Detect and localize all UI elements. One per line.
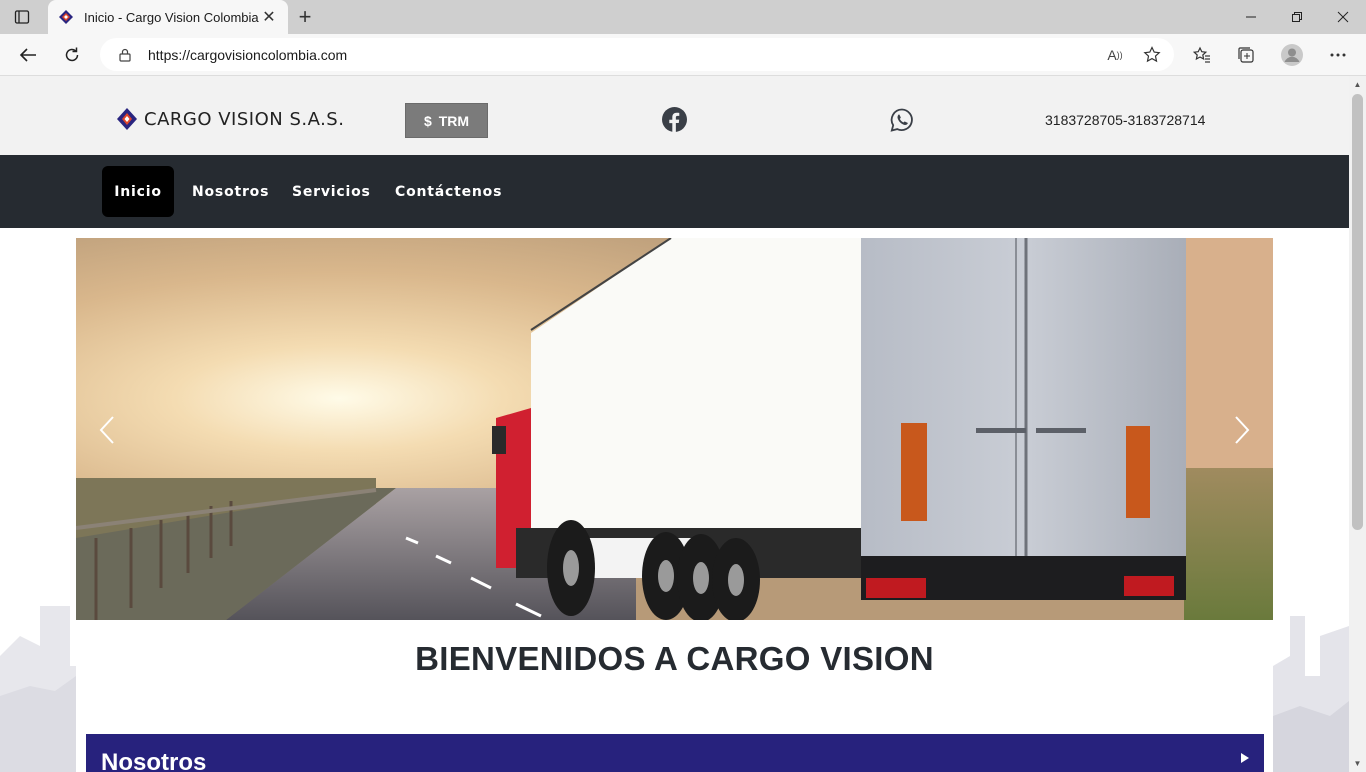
accordion-nosotros[interactable]: Nosotros <box>86 734 1264 772</box>
close-tab-icon[interactable]: ✕ <box>260 8 278 26</box>
read-aloud-icon[interactable]: A)) <box>1104 44 1126 66</box>
tab-actions-icon[interactable] <box>6 5 38 29</box>
url-text: https://cargovisioncolombia.com <box>148 46 348 63</box>
tab-title: Inicio - Cargo Vision Colombia <box>84 9 259 25</box>
site-logo[interactable]: CARGO VISION S.A.S. <box>116 107 344 131</box>
whatsapp-icon[interactable] <box>890 108 914 132</box>
carousel-next-button[interactable] <box>1230 413 1254 447</box>
minimize-icon[interactable] <box>1228 0 1274 34</box>
restore-icon[interactable] <box>1274 0 1320 34</box>
facebook-icon[interactable] <box>662 107 687 132</box>
browser-tab-bar: Inicio - Cargo Vision Colombia ✕ + <box>0 0 1366 34</box>
page-scrollbar[interactable]: ▲ ▼ <box>1349 76 1366 772</box>
welcome-heading: BIENVENIDOS A CARGO VISION <box>415 640 934 677</box>
favorites-icon[interactable] <box>1191 44 1213 66</box>
hero-carousel[interactable] <box>76 238 1273 620</box>
address-bar: https://cargovisioncolombia.com A)) <box>0 34 1366 76</box>
main-navigation: Inicio Nosotros Servicios Contáctenos <box>0 155 1349 228</box>
lock-icon <box>119 48 131 62</box>
close-window-icon[interactable] <box>1320 0 1366 34</box>
browser-tab[interactable]: Inicio - Cargo Vision Colombia ✕ <box>48 0 288 34</box>
logo-text: CARGO VISION S.A.S. <box>144 108 345 130</box>
add-favorite-icon[interactable] <box>1141 44 1163 66</box>
truck-highway-image <box>76 238 1273 620</box>
new-tab-icon[interactable]: + <box>293 4 317 29</box>
scroll-down-icon[interactable]: ▼ <box>1353 759 1362 768</box>
chevron-right-icon <box>1235 416 1250 444</box>
chevron-left-icon <box>99 416 114 444</box>
nav-item-contactenos[interactable]: Contáctenos <box>381 166 516 217</box>
back-arrow-icon[interactable] <box>13 41 43 69</box>
carousel-prev-button[interactable] <box>95 413 119 447</box>
accordion-label: Nosotros <box>101 749 207 772</box>
url-field[interactable]: https://cargovisioncolombia.com <box>100 38 1174 71</box>
profile-avatar[interactable] <box>1279 42 1305 68</box>
site-top-bar: CARGO VISION S.A.S. $ TRM 3183728705-318… <box>0 76 1349 155</box>
more-options-icon[interactable] <box>1327 44 1349 66</box>
nav-item-servicios[interactable]: Servicios <box>278 166 385 217</box>
caret-right-icon <box>1241 753 1249 763</box>
phone-numbers: 3183728705-3183728714 <box>1045 112 1206 128</box>
collections-icon[interactable] <box>1235 44 1257 66</box>
trm-button[interactable]: $ TRM <box>405 103 488 138</box>
page-viewport: CARGO VISION S.A.S. $ TRM 3183728705-318… <box>0 76 1349 772</box>
dollar-icon: $ <box>423 112 432 129</box>
site-favicon-icon <box>59 10 73 24</box>
scrollbar-thumb[interactable] <box>1352 94 1363 530</box>
trm-label: TRM <box>438 112 470 129</box>
scroll-up-icon[interactable]: ▲ <box>1353 80 1362 89</box>
nav-item-inicio[interactable]: Inicio <box>102 166 174 217</box>
refresh-icon[interactable] <box>57 41 87 69</box>
logo-diamond-icon <box>117 108 137 130</box>
nav-item-nosotros[interactable]: Nosotros <box>178 166 283 217</box>
